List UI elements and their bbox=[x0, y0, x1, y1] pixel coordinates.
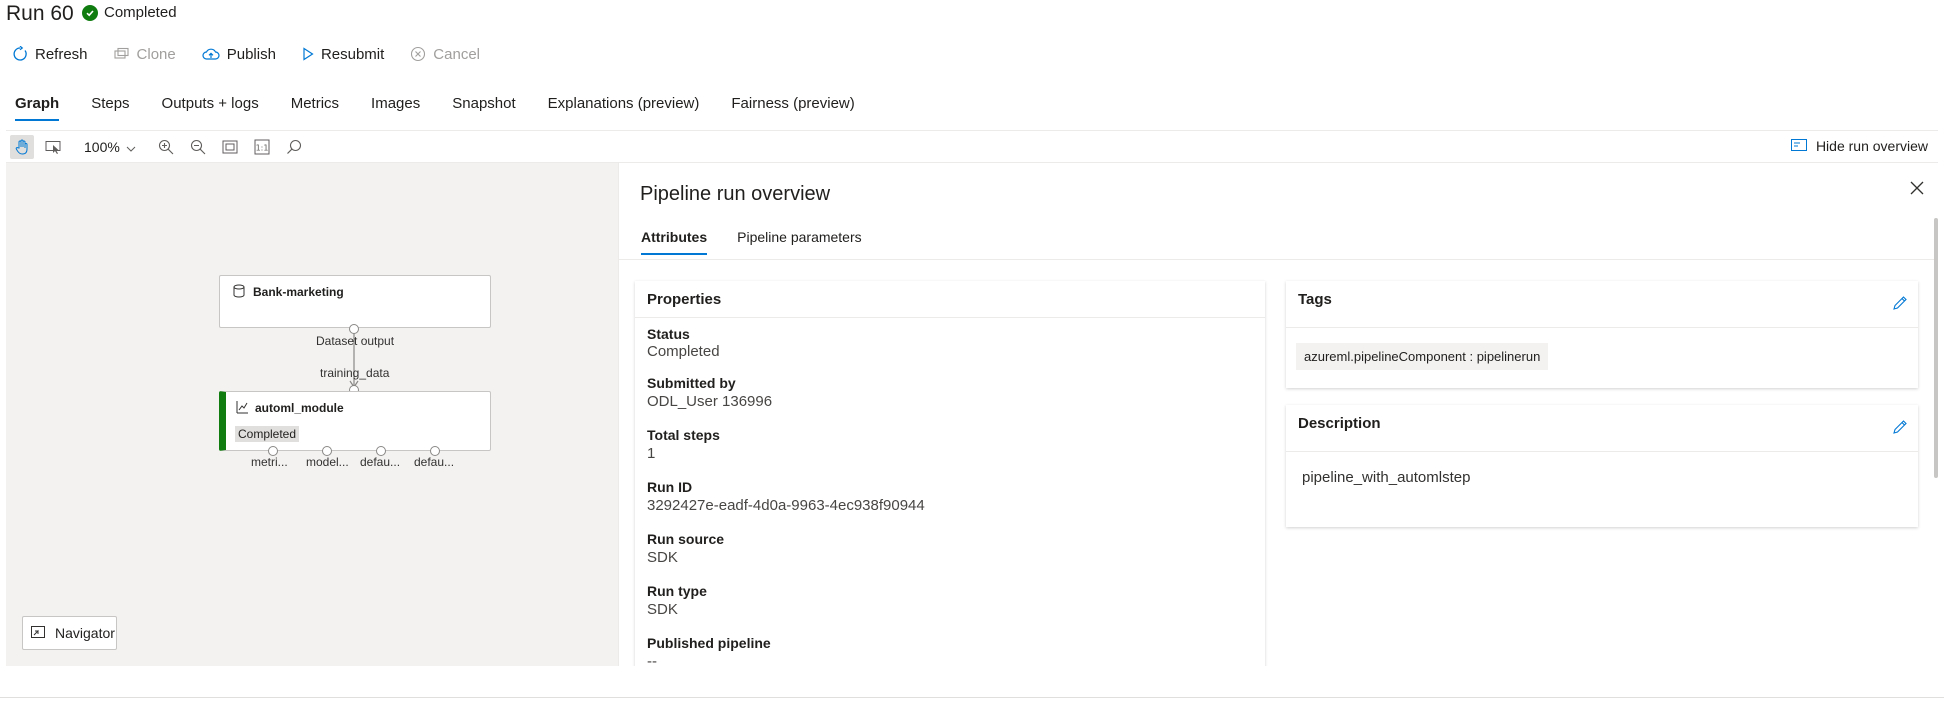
page-title: Run 60 bbox=[6, 2, 74, 25]
database-icon bbox=[233, 284, 245, 303]
tab-pipeline-parameters[interactable]: Pipeline parameters bbox=[737, 229, 862, 245]
properties-title: Properties bbox=[647, 291, 722, 308]
search-icon[interactable] bbox=[282, 135, 306, 159]
edit-icon[interactable] bbox=[1892, 419, 1908, 440]
clone-icon bbox=[113, 47, 130, 61]
actual-size-icon[interactable]: 1:1 bbox=[250, 135, 274, 159]
property-label: Run source bbox=[647, 531, 725, 547]
tags-title: Tags bbox=[1298, 291, 1332, 308]
panel-icon bbox=[1790, 138, 1807, 154]
command-bar: Refresh Clone Publish Resubmit Cancel bbox=[12, 44, 506, 64]
property-label: Total steps bbox=[647, 427, 720, 443]
clone-button[interactable]: Clone bbox=[113, 45, 176, 63]
description-text: pipeline_with_automlstep bbox=[1302, 469, 1471, 486]
property-label: Status bbox=[647, 326, 690, 342]
svg-text:1:1: 1:1 bbox=[256, 144, 269, 153]
zoom-value: 100% bbox=[84, 139, 120, 155]
dataset-node-title: Bank-marketing bbox=[253, 285, 344, 299]
description-card: Description pipeline_with_automlstep bbox=[1286, 405, 1918, 527]
card-divider bbox=[635, 317, 1265, 318]
panel-tabs: Attributes Pipeline parameters bbox=[641, 229, 892, 255]
output-port-label: model... bbox=[306, 455, 349, 469]
zoom-dropdown[interactable]: 100% bbox=[84, 139, 136, 155]
publish-label: Publish bbox=[226, 45, 276, 63]
tab-graph[interactable]: Graph bbox=[15, 95, 60, 121]
status-text: Completed bbox=[104, 4, 177, 21]
chevron-down-icon bbox=[126, 139, 136, 155]
resubmit-label: Resubmit bbox=[320, 45, 385, 63]
tab-metrics[interactable]: Metrics bbox=[291, 95, 339, 119]
navigator-label: Navigator bbox=[55, 625, 115, 641]
automl-node-title: automl_module bbox=[255, 401, 344, 415]
card-divider bbox=[1286, 451, 1918, 452]
property-label: Run type bbox=[647, 583, 707, 599]
panel-title: Pipeline run overview bbox=[640, 183, 831, 205]
check-circle-icon bbox=[82, 4, 98, 21]
output-port-label: defau... bbox=[360, 455, 401, 469]
navigator-icon bbox=[31, 625, 45, 641]
refresh-button[interactable]: Refresh bbox=[12, 46, 88, 63]
graph-canvas[interactable]: Bank-marketing Dataset output training_d… bbox=[6, 163, 618, 666]
properties-card: Properties Status Completed Submitted by… bbox=[635, 281, 1265, 666]
property-value: 1 bbox=[647, 445, 656, 462]
panel-scrollbar[interactable] bbox=[1934, 218, 1938, 478]
cloud-upload-icon bbox=[202, 47, 220, 61]
bottom-divider bbox=[0, 697, 1944, 698]
run-tabs: Graph Steps Outputs + logs Metrics Image… bbox=[15, 95, 887, 121]
close-icon[interactable] bbox=[1910, 181, 1924, 200]
clone-label: Clone bbox=[136, 45, 176, 63]
hide-run-overview-button[interactable]: Hide run overview bbox=[1790, 138, 1928, 154]
property-value: SDK bbox=[647, 601, 678, 618]
dataset-node[interactable]: Bank-marketing bbox=[219, 275, 491, 328]
refresh-label: Refresh bbox=[35, 45, 88, 63]
pipeline-run-overview-panel: Pipeline run overview Attributes Pipelin… bbox=[618, 163, 1938, 666]
automl-node-status: Completed bbox=[235, 426, 300, 442]
tab-explanations[interactable]: Explanations (preview) bbox=[548, 95, 700, 119]
training-data-label: training_data bbox=[320, 366, 390, 380]
tab-steps[interactable]: Steps bbox=[91, 95, 129, 119]
output-port-label: defau... bbox=[414, 455, 455, 469]
dataset-output-port[interactable] bbox=[349, 324, 359, 334]
property-label: Published pipeline bbox=[647, 635, 771, 651]
cancel-icon bbox=[410, 46, 426, 62]
graph-toolbar: 100% 1:1 Hide run overview bbox=[6, 130, 1938, 163]
edit-icon[interactable] bbox=[1892, 295, 1908, 316]
tab-images[interactable]: Images bbox=[371, 95, 420, 119]
play-icon bbox=[302, 47, 314, 61]
tab-outputs-logs[interactable]: Outputs + logs bbox=[162, 95, 259, 119]
property-value: ODL_User 136996 bbox=[647, 393, 773, 410]
cancel-label: Cancel bbox=[433, 45, 480, 63]
output-port-label: metri... bbox=[251, 455, 288, 469]
property-value: Completed bbox=[647, 343, 720, 360]
fit-to-screen-icon[interactable] bbox=[218, 135, 242, 159]
select-pointer-icon[interactable] bbox=[42, 135, 66, 159]
cancel-button[interactable]: Cancel bbox=[410, 46, 480, 63]
tabs-divider bbox=[619, 259, 1938, 260]
tab-snapshot[interactable]: Snapshot bbox=[452, 95, 515, 119]
zoom-out-icon[interactable] bbox=[186, 135, 210, 159]
tab-attributes[interactable]: Attributes bbox=[641, 229, 708, 255]
automl-node[interactable]: automl_module Completed bbox=[219, 391, 491, 451]
hide-run-overview-label: Hide run overview bbox=[1815, 138, 1928, 154]
card-divider bbox=[1286, 327, 1918, 328]
status-badge: Completed bbox=[82, 4, 177, 21]
navigator-button[interactable]: Navigator bbox=[22, 616, 117, 650]
refresh-icon bbox=[12, 46, 28, 62]
description-title: Description bbox=[1298, 415, 1381, 432]
dataset-output-label: Dataset output bbox=[316, 334, 395, 348]
tags-card: Tags azureml.pipelineComponent : pipelin… bbox=[1286, 281, 1918, 388]
pan-hand-icon[interactable] bbox=[10, 135, 34, 159]
zoom-in-icon[interactable] bbox=[154, 135, 178, 159]
property-value: SDK bbox=[647, 549, 678, 566]
tab-fairness[interactable]: Fairness (preview) bbox=[731, 95, 854, 119]
tag-chip: azureml.pipelineComponent : pipelinerun bbox=[1296, 343, 1549, 370]
resubmit-button[interactable]: Resubmit bbox=[302, 46, 384, 63]
publish-button[interactable]: Publish bbox=[202, 46, 276, 63]
automl-step-icon bbox=[235, 400, 249, 419]
property-label: Run ID bbox=[647, 479, 693, 495]
property-value: -- bbox=[647, 653, 657, 666]
property-label: Submitted by bbox=[647, 375, 736, 391]
run-id-value: 3292427e-eadf-4d0a-9963-4ec938f90944 bbox=[647, 497, 925, 514]
